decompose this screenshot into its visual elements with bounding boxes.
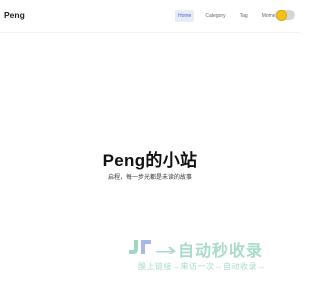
nav-item-home[interactable]: Home (175, 10, 195, 22)
watermark-logo: 自动秒收录 酸上链接→来访一次→自动收录→ (128, 236, 296, 276)
page: Peng Home Category Tag Moment Peng的小站 启程… (0, 0, 300, 300)
watermark-subtitle: 酸上链接→来访一次→自动收录→ (138, 262, 266, 271)
theme-toggle[interactable] (275, 10, 295, 21)
main-nav: Home Category Tag Moment (175, 9, 283, 23)
hero-subtitle: 启程，每一步光都是未读的故事 (107, 175, 192, 181)
top-navbar: Peng Home Category Tag Moment (0, 0, 300, 33)
hero-title: Peng的小站 (102, 151, 198, 170)
nav-item-category[interactable]: Category (202, 10, 228, 22)
nav-item-tag[interactable]: Tag (237, 10, 251, 22)
watermark-title: 自动秒收录 (178, 243, 264, 260)
site-brand[interactable]: Peng (4, 10, 25, 20)
sun-icon (276, 10, 287, 21)
watermark-jr-icon (129, 240, 176, 254)
